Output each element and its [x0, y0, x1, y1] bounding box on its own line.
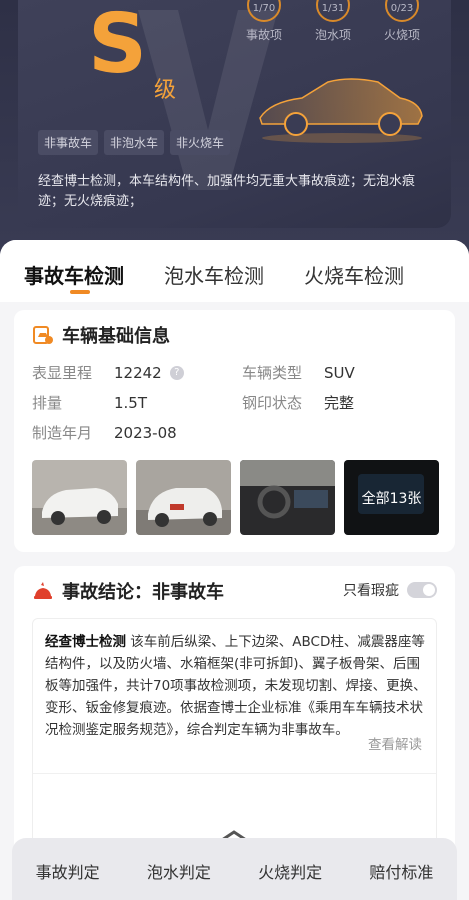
- hero-section: S 级 1/70 事故项 1/31 泡水项 0/23 火烧项 非事故车 非泡水车…: [0, 0, 469, 262]
- displacement-value: 1.5T: [114, 393, 148, 412]
- question-icon[interactable]: ?: [169, 365, 184, 380]
- car-illustration: [259, 78, 423, 143]
- type-label: 车辆类型: [242, 364, 303, 382]
- counter-label: 事故项: [245, 28, 282, 42]
- toggle-label: 只看瑕疵: [343, 583, 399, 599]
- year-row: 制造年月 2023-08: [32, 422, 177, 443]
- defects-only-toggle[interactable]: 只看瑕疵: [343, 580, 437, 600]
- displacement-row: 排量 1.5T: [32, 392, 147, 413]
- counter-value: 0/23: [390, 3, 414, 14]
- tab-fire[interactable]: 火烧车检测: [304, 240, 404, 302]
- nav-flood-judgement[interactable]: 泡水判定: [147, 855, 211, 883]
- counter-accident: 1/70 事故项: [238, 0, 290, 60]
- photos-more-label: 全部13张: [344, 460, 439, 535]
- toggle-switch[interactable]: [407, 582, 437, 598]
- photo-strip: 全部13张: [32, 460, 439, 535]
- photo-thumbnail[interactable]: [240, 460, 335, 535]
- tab-flood[interactable]: 泡水车检测: [164, 240, 264, 302]
- stamp-row: 钢印状态 完整: [242, 392, 354, 413]
- grade-letter: S: [88, 0, 148, 92]
- stamp-value: 完整: [324, 394, 355, 412]
- nav-compensation-standard[interactable]: 赔付标准: [369, 855, 433, 883]
- tag-no-fire: 非火烧车: [170, 130, 231, 155]
- type-value: SUV: [324, 363, 355, 382]
- inspection-tabs: 事故车检测 泡水车检测 火烧车检测: [0, 240, 469, 302]
- basic-info-card: 车辆基础信息 表显里程 12242 ? 车辆类型 SUV 排量 1.5T 钢印状…: [14, 310, 455, 552]
- read-more-link[interactable]: 查看解读: [368, 733, 422, 753]
- inspection-summary: 经查博士检测，本车结构件、加强件均无重大事故痕迹；无泡水痕迹；无火烧痕迹；: [38, 174, 416, 209]
- nav-fire-judgement[interactable]: 火烧判定: [258, 855, 322, 883]
- type-row: 车辆类型 SUV: [242, 362, 355, 383]
- counter-value: 1/70: [252, 3, 276, 14]
- counter-value: 1/31: [321, 3, 345, 14]
- mileage-label: 表显里程: [32, 364, 93, 382]
- year-label: 制造年月: [32, 424, 93, 442]
- photo-thumbnail-more[interactable]: 全部13张: [344, 460, 439, 535]
- basic-info-title: 车辆基础信息: [62, 326, 170, 347]
- crash-icon: [34, 582, 52, 599]
- mileage-value: 12242: [114, 363, 162, 382]
- status-tags: 非事故车 非泡水车 非火烧车: [38, 130, 231, 155]
- tag-no-flood: 非泡水车: [104, 130, 165, 155]
- grade-card: S 级 1/70 事故项 1/31 泡水项 0/23 火烧项 非事故车 非泡水车…: [18, 0, 451, 228]
- counter-label: 火烧项: [383, 28, 420, 42]
- stamp-label: 钢印状态: [242, 394, 303, 412]
- divider: [33, 773, 436, 774]
- inspection-counters: 1/70 事故项 1/31 泡水项 0/23 火烧项: [238, 0, 428, 60]
- counter-label: 泡水项: [314, 28, 351, 42]
- conclusion-title: 事故结论：非事故车: [62, 582, 224, 603]
- main-panel: 事故车检测 泡水车检测 火烧车检测 车辆基础信息 表显里程 12242 ? 车辆…: [0, 240, 469, 900]
- counter-fire: 0/23 火烧项: [376, 0, 428, 60]
- photo-thumbnail[interactable]: [136, 460, 231, 535]
- counter-flood: 1/31 泡水项: [307, 0, 359, 60]
- conclusion-text: 经查博士检测 该车前后纵梁、上下边梁、ABCD柱、减震器座等结构件，以及防火墙、…: [45, 631, 427, 741]
- mileage-row: 表显里程 12242 ?: [32, 362, 184, 383]
- tag-no-accident: 非事故车: [38, 130, 99, 155]
- conclusion-brand: 经查博士检测: [45, 634, 126, 650]
- year-value: 2023-08: [114, 423, 177, 442]
- tab-accident[interactable]: 事故车检测: [24, 240, 124, 302]
- photo-thumbnail[interactable]: [32, 460, 127, 535]
- car-check-icon: [33, 326, 53, 344]
- displacement-label: 排量: [32, 394, 63, 412]
- bottom-nav: 事故判定 泡水判定 火烧判定 赔付标准: [12, 838, 457, 900]
- grade-suffix: 级: [154, 78, 177, 103]
- nav-accident-judgement[interactable]: 事故判定: [36, 855, 100, 883]
